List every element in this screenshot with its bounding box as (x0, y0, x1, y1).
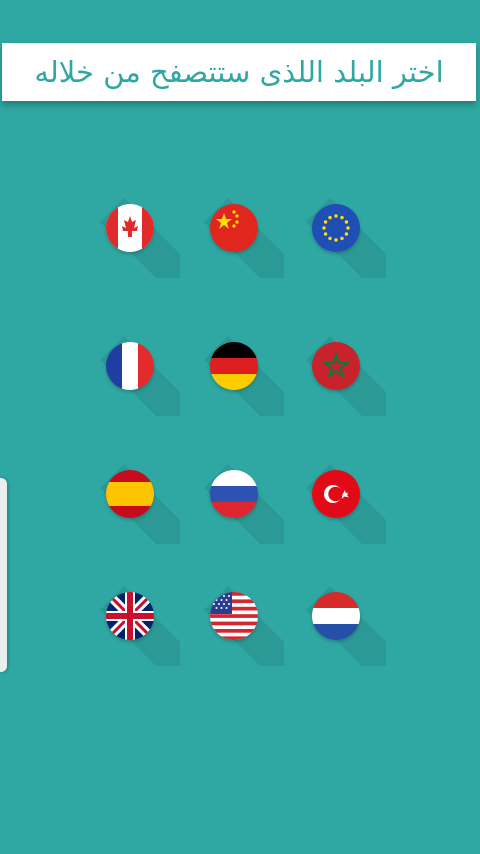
germany-flag-icon (210, 342, 258, 390)
country-china-button[interactable] (196, 190, 272, 266)
country-morocco-button[interactable] (298, 328, 374, 404)
european-union-flag-icon (312, 204, 360, 252)
france-flag-icon (106, 342, 154, 390)
canada-flag-icon (106, 204, 154, 252)
russia-flag-icon (210, 470, 258, 518)
united-states-flag-icon (210, 592, 258, 640)
country-spain-button[interactable] (92, 456, 168, 532)
china-flag-icon (210, 204, 258, 252)
country-france-button[interactable] (92, 328, 168, 404)
netherlands-flag-icon (312, 592, 360, 640)
header-banner: اختر البلد اللذى ستتصفح من خلاله (2, 43, 476, 101)
page-title: اختر البلد اللذى ستتصفح من خلاله (34, 55, 444, 89)
country-uk-button[interactable] (92, 578, 168, 654)
morocco-flag-icon (312, 342, 360, 390)
country-germany-button[interactable] (196, 328, 272, 404)
country-russia-button[interactable] (196, 456, 272, 532)
country-turkey-button[interactable] (298, 456, 374, 532)
united-kingdom-flag-icon (106, 592, 154, 640)
country-netherlands-button[interactable] (298, 578, 374, 654)
country-usa-button[interactable] (196, 578, 272, 654)
country-eu-button[interactable] (298, 190, 374, 266)
turkey-flag-icon (312, 470, 360, 518)
status-bar-area (0, 0, 480, 40)
drawer-handle[interactable] (0, 478, 7, 672)
spain-flag-icon (106, 470, 154, 518)
country-canada-button[interactable] (92, 190, 168, 266)
